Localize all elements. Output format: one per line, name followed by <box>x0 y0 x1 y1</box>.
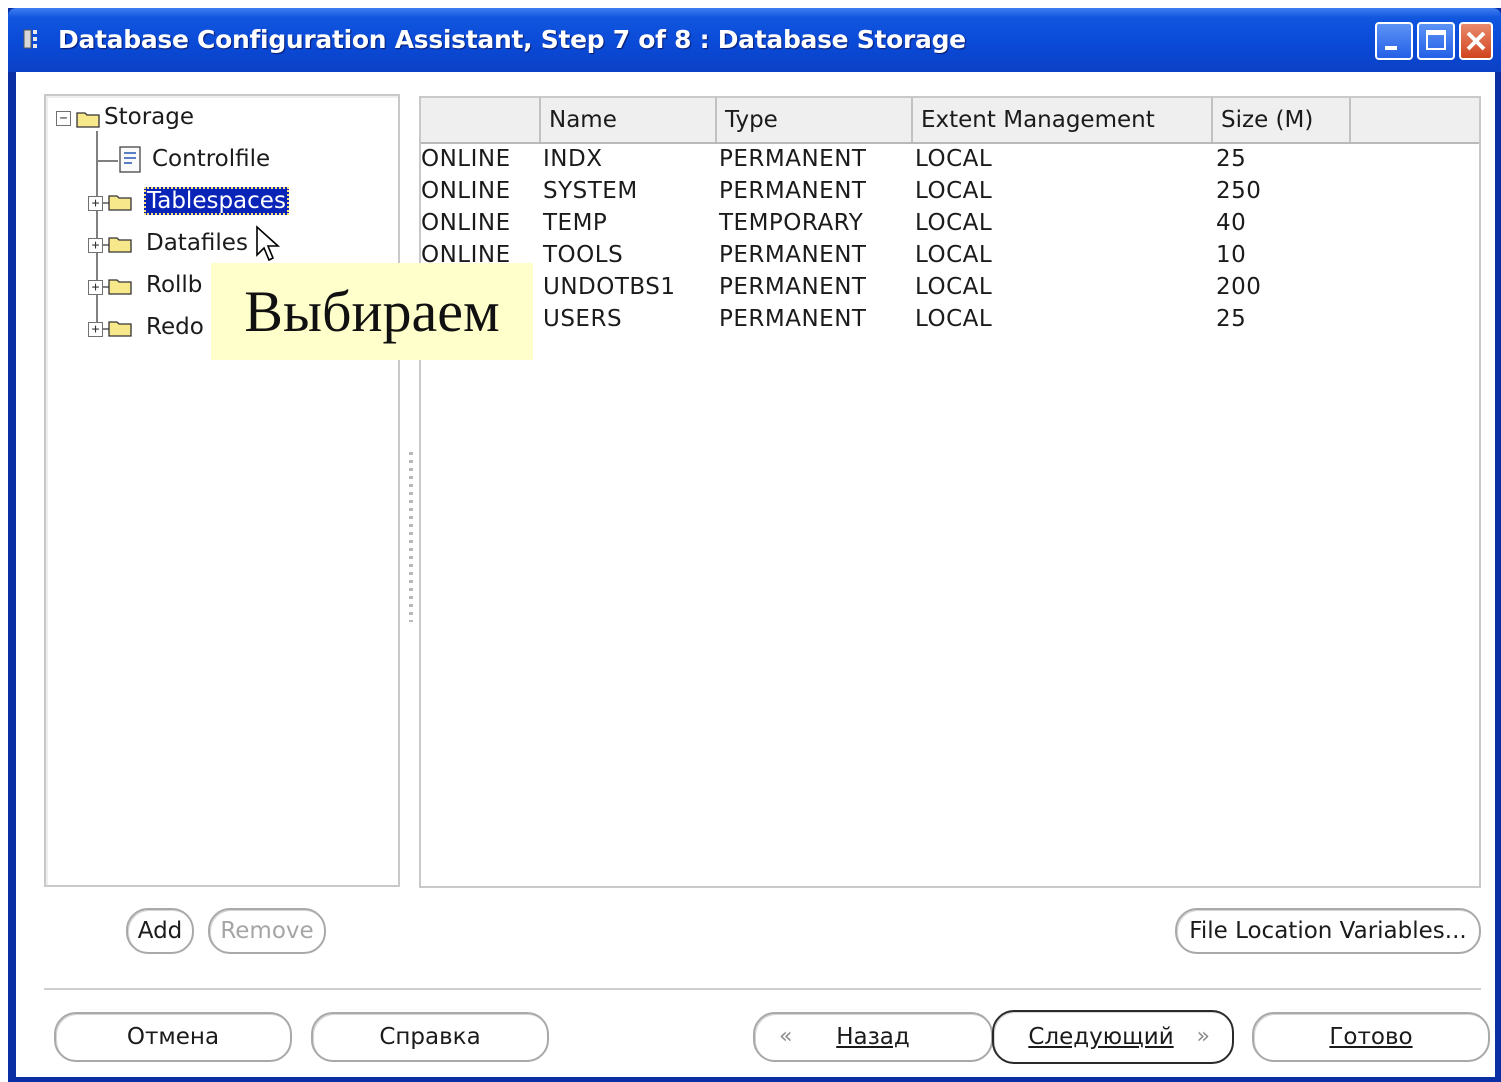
cell-name: TEMP <box>543 210 608 236</box>
remove-button-label: Remove <box>220 918 314 944</box>
cell-type: PERMANENT <box>719 178 867 204</box>
cell-name: UNDOTBS1 <box>543 274 676 300</box>
tablespace-table[interactable]: Name Type Extent Management Size (M) ONL… <box>419 96 1481 888</box>
tree-label-rollback: Rollb <box>146 272 203 298</box>
cell-name: INDX <box>543 146 603 172</box>
collapse-icon[interactable]: − <box>56 111 71 126</box>
cell-size: 25 <box>1216 146 1247 172</box>
help-button[interactable]: Справка <box>311 1012 549 1062</box>
controlfile-icon <box>119 146 141 173</box>
folder-icon <box>108 237 132 253</box>
expand-icon[interactable]: + <box>88 280 103 295</box>
cancel-button[interactable]: Отмена <box>54 1012 292 1062</box>
column-header-name[interactable]: Name <box>541 98 717 142</box>
tree-line <box>96 160 118 162</box>
folder-icon <box>108 195 132 211</box>
tree-label-controlfile: Controlfile <box>152 146 271 172</box>
next-button[interactable]: Следующий » <box>992 1010 1234 1064</box>
cancel-button-label: Отмена <box>126 1024 220 1050</box>
maximize-button[interactable] <box>1417 22 1455 60</box>
minimize-button[interactable] <box>1375 22 1413 60</box>
folder-icon <box>108 321 132 337</box>
cell-extent: LOCAL <box>915 210 993 236</box>
add-button-label: Add <box>137 918 183 944</box>
cell-type: TEMPORARY <box>719 210 864 236</box>
cell-extent: LOCAL <box>915 242 993 268</box>
divider <box>44 988 1481 990</box>
next-button-label: Следующий <box>1028 1024 1174 1050</box>
tree-label-redo: Redo <box>146 314 204 340</box>
remove-button[interactable]: Remove <box>208 908 326 954</box>
database-app-icon <box>23 29 37 49</box>
column-header-status[interactable] <box>421 98 541 142</box>
cell-type: PERMANENT <box>719 306 867 332</box>
cell-status: ONLINE <box>421 210 511 236</box>
finish-button-label: Готово <box>1329 1024 1413 1050</box>
maximize-icon <box>1426 30 1446 50</box>
expand-icon[interactable]: + <box>88 196 103 211</box>
splitter-handle[interactable] <box>409 452 413 622</box>
cell-extent: LOCAL <box>915 274 993 300</box>
cell-size: 250 <box>1216 178 1262 204</box>
cell-type: PERMANENT <box>719 242 867 268</box>
storage-tree[interactable]: − Storage Controlfile + Tablespaces + Da… <box>44 94 400 887</box>
title-bar[interactable]: Database Configuration Assistant, Step 7… <box>8 8 1501 72</box>
cell-size: 40 <box>1216 210 1247 236</box>
folder-icon <box>76 112 100 128</box>
back-button[interactable]: « Назад <box>753 1012 993 1062</box>
cell-name: SYSTEM <box>543 178 638 204</box>
window-title: Database Configuration Assistant, Step 7… <box>58 25 966 54</box>
chevron-left-icon: « <box>779 1024 793 1049</box>
folder-icon <box>108 279 132 295</box>
cell-status: ONLINE <box>421 178 511 204</box>
table-header: Name Type Extent Management Size (M) <box>421 98 1479 144</box>
tree-label-storage: Storage <box>104 104 194 130</box>
cell-type: PERMANENT <box>719 274 867 300</box>
cell-status: ONLINE <box>421 146 511 172</box>
file-location-button-label: File Location Variables... <box>1189 918 1467 944</box>
close-button[interactable] <box>1459 22 1493 60</box>
cell-extent: LOCAL <box>915 306 993 332</box>
back-button-label: Назад <box>836 1024 910 1050</box>
column-header-type[interactable]: Type <box>717 98 913 142</box>
expand-icon[interactable]: + <box>88 238 103 253</box>
mouse-cursor-icon <box>256 225 281 262</box>
cell-name: USERS <box>543 306 623 332</box>
dbca-window: Database Configuration Assistant, Step 7… <box>8 8 1501 1082</box>
chevron-right-icon: » <box>1196 1024 1210 1049</box>
column-header-extent-management[interactable]: Extent Management <box>913 98 1213 142</box>
minimize-icon <box>1385 46 1397 50</box>
tree-label-tablespaces: Tablespaces <box>144 187 289 215</box>
file-location-variables-button[interactable]: File Location Variables... <box>1175 908 1481 954</box>
cell-type: PERMANENT <box>719 146 867 172</box>
help-button-label: Справка <box>379 1024 481 1050</box>
cell-size: 200 <box>1216 274 1262 300</box>
cell-size: 10 <box>1216 242 1247 268</box>
close-icon <box>1466 31 1486 51</box>
cell-extent: LOCAL <box>915 178 993 204</box>
tree-label-datafiles: Datafiles <box>146 230 248 256</box>
add-button[interactable]: Add <box>126 908 194 954</box>
cell-size: 25 <box>1216 306 1247 332</box>
client-area: − Storage Controlfile + Tablespaces + Da… <box>16 72 1495 1077</box>
cell-name: TOOLS <box>543 242 624 268</box>
cell-extent: LOCAL <box>915 146 993 172</box>
annotation-callout: Выбираем <box>211 263 533 360</box>
expand-icon[interactable]: + <box>88 322 103 337</box>
finish-button[interactable]: Готово <box>1252 1012 1490 1062</box>
column-header-size[interactable]: Size (M) <box>1213 98 1351 142</box>
